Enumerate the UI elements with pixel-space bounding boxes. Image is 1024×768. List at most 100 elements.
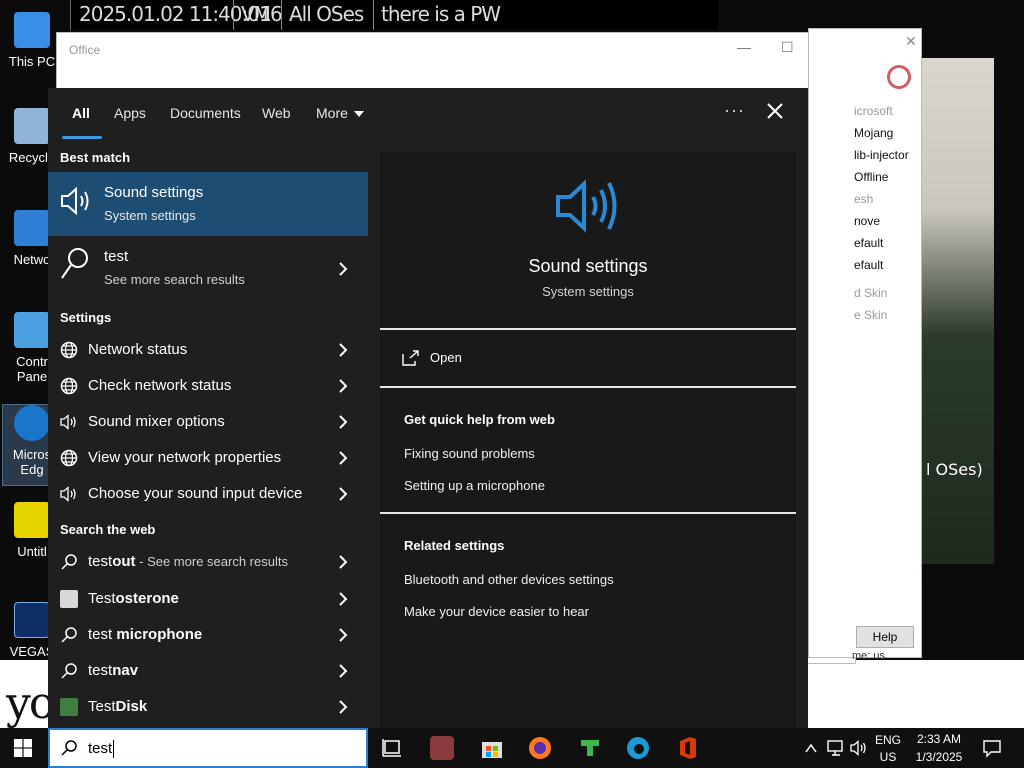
web-result-suffix: microphone bbox=[116, 626, 203, 643]
status-text: me: us bbox=[852, 650, 886, 662]
desktop-icon-this-pc[interactable]: This PC bbox=[2, 12, 62, 69]
recording-overlay-bar: 2025.01.02 11:40:01 VM6 All OSes there i… bbox=[70, 0, 718, 30]
taskbar-search-input[interactable]: test bbox=[48, 728, 368, 768]
best-match-heading: Best match bbox=[60, 150, 131, 165]
notification-icon[interactable] bbox=[982, 738, 1002, 758]
tab-apps[interactable]: Apps bbox=[114, 105, 146, 121]
web-result-prefix: Test bbox=[88, 590, 116, 607]
web-result-testosterone[interactable]: Testosterone bbox=[48, 581, 368, 617]
chevron-right-icon[interactable] bbox=[336, 377, 350, 395]
chevron-right-icon[interactable] bbox=[336, 662, 350, 680]
network-icon[interactable] bbox=[826, 739, 846, 757]
launcher-item[interactable]: e Skin bbox=[854, 308, 887, 322]
minimize-icon[interactable]: — bbox=[737, 39, 751, 55]
divider bbox=[380, 512, 796, 514]
language-region[interactable]: US bbox=[874, 750, 902, 764]
chevron-right-icon[interactable] bbox=[336, 626, 350, 644]
windows-start-icon[interactable] bbox=[14, 739, 32, 757]
overlay-note: there is a PW bbox=[381, 2, 501, 26]
settings-item-label: Network status bbox=[88, 341, 188, 358]
search-value: test bbox=[88, 740, 113, 757]
store-icon[interactable] bbox=[480, 736, 504, 760]
link-device-easier-to-hear[interactable]: Make your device easier to hear bbox=[404, 604, 589, 619]
tab-web[interactable]: Web bbox=[262, 105, 291, 121]
settings-item-sound-input[interactable]: Choose your sound input device bbox=[48, 476, 368, 512]
chevron-right-icon[interactable] bbox=[336, 485, 350, 503]
launcher-item[interactable]: efault bbox=[854, 236, 883, 250]
tab-more[interactable]: More bbox=[316, 105, 364, 121]
launcher-item[interactable]: nove bbox=[854, 214, 880, 228]
web-result-suffix: out bbox=[112, 553, 136, 570]
best-match-item[interactable]: Sound settings System settings bbox=[48, 172, 368, 236]
web-result-testdisk[interactable]: TestDisk bbox=[48, 689, 368, 725]
chevron-right-icon[interactable] bbox=[336, 260, 350, 278]
close-icon[interactable] bbox=[764, 100, 786, 122]
link-bluetooth-settings[interactable]: Bluetooth and other devices settings bbox=[404, 572, 614, 587]
web-result-test-microphone[interactable]: test microphone bbox=[48, 617, 368, 653]
search-icon bbox=[61, 248, 88, 279]
launcher-item[interactable]: Mojang bbox=[854, 126, 893, 140]
volume-icon[interactable] bbox=[850, 739, 870, 757]
overlay-separator bbox=[233, 0, 234, 30]
more-options-button[interactable]: ··· bbox=[724, 100, 745, 121]
settings-item-check-network-status[interactable]: Check network status bbox=[48, 368, 368, 404]
link-fixing-sound-problems[interactable]: Fixing sound problems bbox=[404, 446, 535, 461]
open-button[interactable]: Open bbox=[402, 348, 602, 372]
tab-all[interactable]: All bbox=[72, 105, 90, 121]
task-view-icon[interactable] bbox=[380, 736, 404, 760]
web-result-prefix: test bbox=[88, 662, 113, 679]
edge-icon[interactable] bbox=[626, 736, 650, 760]
chevron-right-icon[interactable] bbox=[336, 449, 350, 467]
web-result-prefix: test bbox=[88, 553, 113, 570]
tab-more-label: More bbox=[316, 105, 348, 121]
sponge-image-icon bbox=[14, 502, 50, 538]
firefox-icon[interactable] bbox=[528, 736, 552, 760]
search-tabs: All Apps Documents Web More ··· bbox=[48, 88, 808, 140]
overlay-vm: VM6 bbox=[241, 2, 283, 26]
web-result-label: Testosterone bbox=[88, 590, 179, 607]
search-results-subtitle: See more search results bbox=[104, 272, 245, 287]
office-icon[interactable] bbox=[676, 736, 700, 760]
launcher-item[interactable]: Offline bbox=[854, 170, 888, 184]
start-search-panel: All Apps Documents Web More ··· Best mat… bbox=[48, 88, 808, 728]
chevron-right-icon[interactable] bbox=[336, 698, 350, 716]
computer-icon bbox=[14, 12, 50, 48]
search-query: test bbox=[88, 740, 115, 759]
launcher-item[interactable]: d Skin bbox=[854, 286, 887, 300]
chevron-right-icon[interactable] bbox=[336, 341, 350, 359]
app-icon[interactable] bbox=[430, 736, 454, 760]
chevron-right-icon[interactable] bbox=[336, 413, 350, 431]
globe-icon bbox=[60, 377, 78, 395]
clock-date[interactable]: 1/3/2025 bbox=[906, 750, 972, 764]
minecraft-launcher-icon[interactable] bbox=[578, 736, 602, 760]
tab-documents[interactable]: Documents bbox=[170, 105, 241, 121]
link-setting-up-microphone[interactable]: Setting up a microphone bbox=[404, 478, 545, 493]
settings-item-network-properties[interactable]: View your network properties bbox=[48, 440, 368, 476]
maximize-icon[interactable]: ☐ bbox=[781, 39, 794, 56]
close-icon[interactable]: ✕ bbox=[905, 33, 917, 50]
speaker-icon bbox=[556, 179, 617, 233]
chevron-up-icon[interactable] bbox=[804, 742, 818, 754]
web-result-testout[interactable]: testout - See more search results bbox=[48, 544, 368, 580]
web-result-testnav[interactable]: testnav bbox=[48, 653, 368, 689]
minecraft-launcher-window[interactable]: ✕ bbox=[808, 28, 922, 658]
overlay-separator bbox=[281, 0, 282, 30]
settings-item-sound-mixer[interactable]: Sound mixer options bbox=[48, 404, 368, 440]
recycle-bin-icon bbox=[14, 108, 50, 144]
search-results-item[interactable]: test See more search results bbox=[48, 240, 368, 296]
users-icon[interactable] bbox=[887, 65, 911, 89]
control-panel-icon bbox=[14, 312, 50, 348]
clock-time[interactable]: 2:33 AM bbox=[906, 732, 972, 746]
search-icon bbox=[61, 663, 77, 679]
help-button[interactable]: Help bbox=[856, 626, 914, 648]
launcher-item[interactable]: efault bbox=[854, 258, 883, 272]
chevron-right-icon[interactable] bbox=[336, 553, 350, 571]
chevron-right-icon[interactable] bbox=[336, 590, 350, 608]
window-title: Office bbox=[69, 43, 101, 57]
launcher-item[interactable]: esh bbox=[854, 192, 873, 206]
results-list: Best match Sound settings System setting… bbox=[48, 140, 368, 728]
settings-item-network-status[interactable]: Network status bbox=[48, 332, 368, 368]
launcher-item[interactable]: lib-injector bbox=[854, 148, 909, 162]
language-code[interactable]: ENG bbox=[874, 733, 902, 747]
launcher-item[interactable]: icrosoft bbox=[854, 104, 893, 118]
